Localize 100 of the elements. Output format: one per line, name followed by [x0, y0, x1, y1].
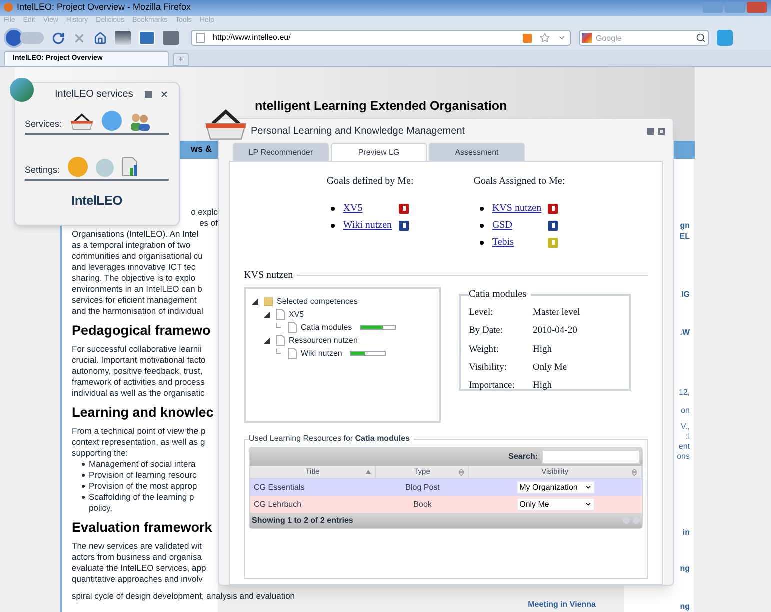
paragraph-line: For successful collaborative learnii: [72, 344, 203, 355]
sidebar-text: :l: [686, 432, 690, 442]
panel-legend: Used Learning Resources for Catia modules: [249, 434, 410, 443]
tree-item[interactable]: Ressourcen nutzen: [289, 334, 358, 346]
new-tab-button[interactable]: +: [173, 53, 189, 66]
table-row[interactable]: CG Lehrbuch Book Only Me: [250, 496, 642, 513]
caret-icon: [584, 501, 592, 508]
tree-connector: [276, 323, 281, 328]
home-icon[interactable]: [94, 32, 107, 45]
bullet-icon: [480, 206, 484, 210]
detail-value: Only Me: [533, 362, 568, 375]
expander-icon[interactable]: [264, 312, 270, 318]
sidebar-link[interactable]: ng: [680, 602, 690, 612]
minimize-icon[interactable]: [647, 128, 654, 134]
search-label: Search:: [508, 451, 538, 463]
tree-item[interactable]: Selected competences: [277, 296, 358, 308]
goal-link[interactable]: Wiki nutzen: [343, 218, 396, 233]
detail-value: Master level: [533, 307, 582, 320]
paragraph-line: autonomy, positive feedback, trust,: [72, 366, 204, 377]
reload-icon[interactable]: [52, 32, 65, 45]
goal-link[interactable]: GSD: [492, 218, 544, 233]
search-icon[interactable]: [696, 33, 706, 44]
sidebar-link[interactable]: in: [682, 528, 690, 538]
search-field[interactable]: Google: [579, 30, 709, 46]
section-heading: Evaluation framework: [72, 519, 214, 537]
basket-icon[interactable]: [204, 108, 248, 142]
bullet-icon: [82, 463, 85, 466]
window-title: IntelLEO: Project Overview - Mozilla Firefox: [17, 1, 192, 14]
table-cell-text: CG Lehrbuch: [253, 498, 303, 510]
paragraph-line: Organisations (IntelLEO). An Intel: [72, 229, 200, 240]
visibility-dropdown[interactable]: My Organization: [516, 481, 595, 494]
detail-value: High: [533, 380, 553, 393]
sidebar-text: on: [681, 406, 690, 416]
maximize-icon[interactable]: [658, 128, 665, 134]
paragraph-line: quantitative approaches and involv: [72, 574, 204, 585]
bullet-icon: [82, 474, 85, 477]
nav-link[interactable]: ws &: [191, 143, 212, 157]
detail-label: Weight:: [469, 344, 500, 356]
paragraph-line: and the harmonisation of individual: [72, 306, 204, 317]
sidebar-link[interactable]: gn: [680, 221, 690, 231]
bullet-item: Provision of the most approp: [89, 481, 198, 492]
document-icon: [276, 335, 285, 346]
tree-item[interactable]: Catia modules: [301, 322, 352, 334]
close-icon[interactable]: [160, 90, 169, 98]
bullet-item: Provision of learning resourc: [89, 470, 197, 481]
bullet-icon: [82, 496, 85, 499]
paragraph-line: framework of activities and process: [72, 377, 206, 388]
visibility-dropdown[interactable]: Only Me: [516, 498, 595, 511]
sidebar-link[interactable]: EL: [680, 232, 690, 242]
caret-icon: [584, 484, 592, 491]
detail-label: By Date:: [469, 325, 504, 338]
addon-icon[interactable]: [717, 30, 733, 46]
paragraph-line: context representation, as well as g: [72, 437, 206, 448]
tree-item[interactable]: Wiki nutzen: [301, 348, 342, 360]
sidebar-text: ent: [678, 442, 690, 452]
tab[interactable]: Assessment: [429, 143, 525, 161]
goal-link[interactable]: XV5: [343, 201, 396, 216]
bullet-icon: [82, 485, 85, 488]
sidebar-text: 12,: [678, 388, 690, 398]
bullet-icon: [331, 206, 336, 210]
page-icon: [196, 33, 205, 44]
basket-icon[interactable]: [70, 113, 94, 131]
paragraph-line: evaluate the IntelLEO services, app: [72, 563, 208, 574]
goal-link[interactable]: KVS nutzen: [492, 201, 544, 216]
expander-icon[interactable]: [252, 298, 258, 304]
star-icon[interactable]: [540, 33, 550, 44]
table-row[interactable]: CG Essentials Blog Post My Organization: [250, 479, 642, 496]
sidebar-link[interactable]: IG: [682, 290, 690, 300]
expander-icon[interactable]: [264, 338, 270, 344]
menu-icon[interactable]: [145, 90, 152, 98]
rss-icon[interactable]: [523, 34, 532, 43]
bullet-icon: [480, 224, 484, 228]
folder-icon: [264, 296, 273, 307]
toolbar-icon[interactable]: [139, 31, 155, 46]
sidebar-link[interactable]: .W: [680, 328, 690, 338]
goal-link[interactable]: Tebis: [492, 235, 544, 250]
paragraph-line: as a temporal integration of two: [72, 240, 192, 251]
detail-label: Visibility:: [469, 362, 508, 375]
table-info: Showing 1 to 2 of 2 entries: [252, 514, 354, 526]
toolbar-icon[interactable]: [163, 31, 179, 46]
paragraph-line: and leverages innovative ICT tec: [72, 262, 197, 273]
sidebar-link[interactable]: ng: [680, 564, 690, 574]
tab[interactable]: Preview LG: [331, 143, 427, 161]
bullet-item: Management of social intera: [89, 459, 196, 470]
users-icon[interactable]: [130, 113, 150, 131]
search-field[interactable]: [542, 450, 640, 464]
paragraph-line: supporting the:: [72, 448, 130, 459]
tree-item[interactable]: XV5: [289, 308, 304, 320]
document-icon: [276, 309, 285, 320]
tab[interactable]: LP Recommender: [233, 143, 329, 161]
toolbar-icon[interactable]: [115, 31, 131, 46]
back-icon[interactable]: [4, 28, 24, 48]
chart-icon[interactable]: [122, 157, 140, 177]
detail-label: Level:: [469, 307, 494, 320]
paragraph-line: individual as well as the organisatic: [72, 388, 206, 399]
address-field[interactable]: http://www.intelleo.eu/: [191, 30, 571, 46]
paragraph-line: actors from business and organisa: [72, 552, 203, 563]
goals-heading: Goals defined by Me:: [326, 175, 414, 189]
news-link[interactable]: Meeting in Vienna: [528, 599, 596, 611]
paragraph-line: spiral cycle of design development, analysis and evaluation: [72, 591, 296, 602]
